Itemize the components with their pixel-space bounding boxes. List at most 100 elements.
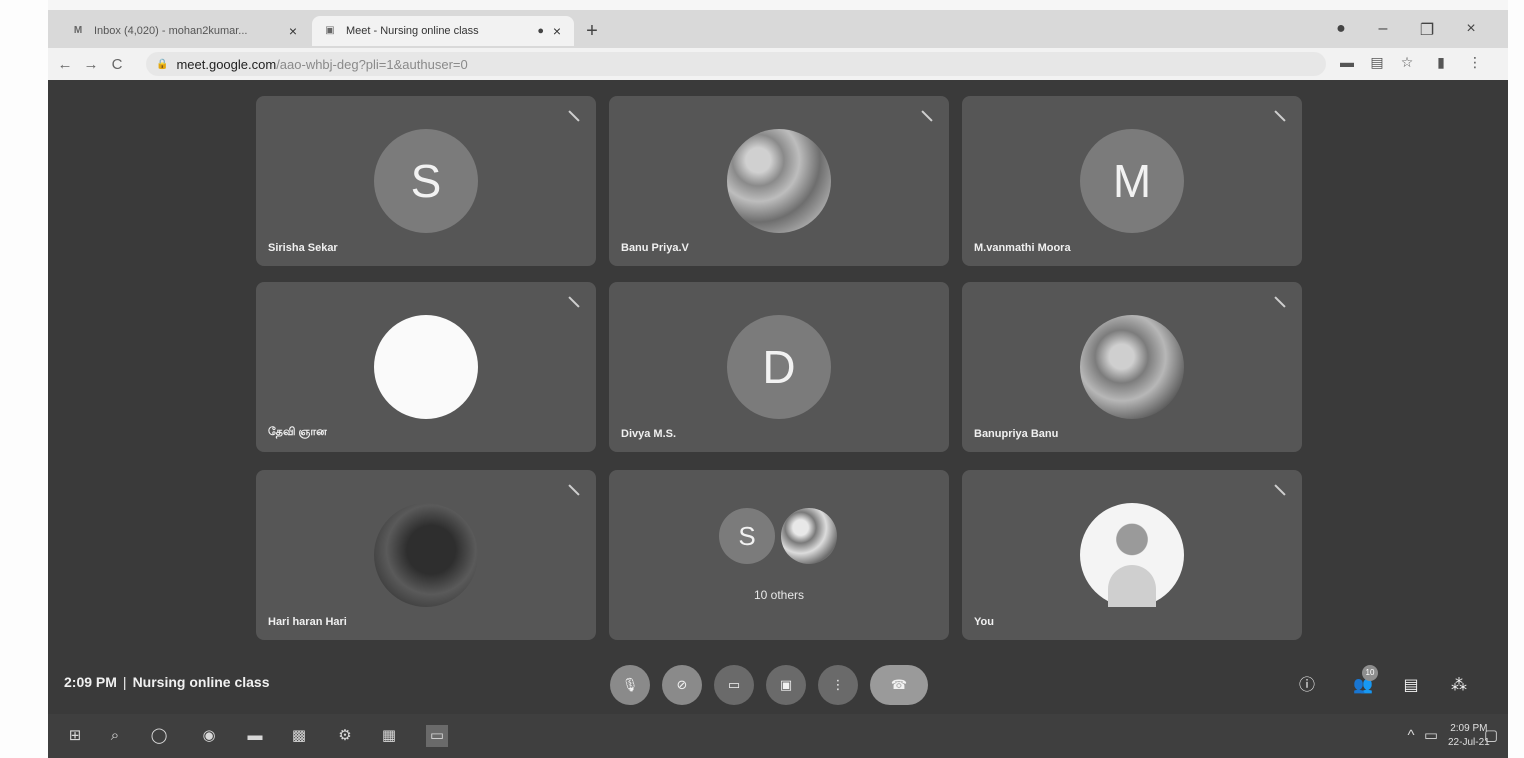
close-window-button[interactable]: ×: [1460, 20, 1482, 38]
self-tile[interactable]: You: [962, 470, 1302, 640]
profile-icon[interactable]: ●: [1330, 20, 1352, 38]
meet-icon: ▣: [325, 25, 335, 36]
others-count-label: 10 others: [753, 588, 805, 602]
kebab-icon: ⋮: [831, 677, 845, 692]
participant-name: M.vanmathi Moora: [974, 242, 1071, 254]
meeting-info: 2:09 PM | Nursing online class: [64, 674, 270, 690]
participant-name: Hari haran Hari: [268, 616, 347, 628]
mic-off-icon: [1272, 482, 1288, 498]
more-options-button[interactable]: ⋮: [818, 665, 858, 705]
hang-up-icon: ☎: [890, 677, 908, 692]
meeting-title: Nursing online class: [132, 674, 270, 690]
screenshot: M Inbox (4,020) - mohan2kumar... × ▣ Mee…: [48, 0, 1508, 758]
avatar: [1080, 503, 1184, 607]
back-icon[interactable]: ←: [52, 56, 78, 73]
participant-name: Divya M.S.: [621, 428, 677, 440]
excel-icon[interactable]: ▦: [378, 725, 400, 747]
tab-title: Meet - Nursing online class: [346, 25, 479, 37]
forward-icon[interactable]: →: [78, 56, 104, 73]
participant-name: Sirisha Sekar: [268, 242, 338, 254]
others-tile[interactable]: S 10 others: [609, 470, 949, 640]
close-tab-icon[interactable]: ×: [550, 23, 564, 39]
tab-gmail[interactable]: M Inbox (4,020) - mohan2kumar... ×: [60, 16, 310, 46]
gmail-icon: M: [73, 25, 83, 36]
minimize-button[interactable]: –: [1372, 20, 1394, 38]
mic-off-icon: [1272, 294, 1288, 310]
participant-tile[interactable]: S Sirisha Sekar: [256, 96, 596, 266]
browser-toolbar: ← → C 🔒 meet.google.com /aao-whbj-deg?pl…: [48, 48, 1508, 80]
task-view-icon[interactable]: ◯: [148, 725, 170, 747]
url-path: /aao-whbj-deg?pli=1&authuser=0: [276, 56, 468, 72]
network-icon[interactable]: ▭: [1420, 725, 1442, 747]
settings-gear-icon[interactable]: ⚙: [334, 725, 356, 747]
tab-title: Inbox (4,020) - mohan2kumar...: [94, 25, 248, 37]
others-avatars: S: [719, 508, 843, 564]
chrome-icon[interactable]: ◉: [198, 725, 220, 747]
leave-call-button[interactable]: ☎: [870, 665, 928, 705]
mic-off-icon: [566, 294, 582, 310]
url-host: meet.google.com: [176, 56, 277, 72]
lock-icon: 🔒: [156, 58, 169, 70]
tray-chevron-icon[interactable]: ^: [1400, 725, 1422, 747]
present-button[interactable]: ▣: [766, 665, 806, 705]
camera-toggle-button[interactable]: ⊘: [662, 665, 702, 705]
avatar: D: [727, 315, 831, 419]
participant-tile[interactable]: M M.vanmathi Moora: [962, 96, 1302, 266]
mail-icon[interactable]: ▭: [426, 725, 448, 747]
camera-off-icon: ⊘: [676, 677, 688, 692]
participant-tile[interactable]: Banu Priya.V: [609, 96, 949, 266]
extension-puzzle-icon[interactable]: ▮: [1430, 54, 1452, 71]
activities-icon[interactable]: ⁂: [1446, 673, 1472, 699]
people-count-badge: 10: [1362, 665, 1378, 681]
participant-tile[interactable]: Banupriya Banu: [962, 282, 1302, 452]
tab-meet[interactable]: ▣ Meet - Nursing online class ● ×: [312, 16, 574, 46]
menu-kebab-icon[interactable]: ⋮: [1464, 54, 1486, 71]
mic-off-icon: [1272, 108, 1288, 124]
avatar: [374, 315, 478, 419]
participant-name: Banu Priya.V: [621, 242, 689, 254]
separator: |: [122, 674, 127, 690]
mic-off-icon: [566, 482, 582, 498]
avatar: S: [374, 129, 478, 233]
mic-off-icon: [566, 108, 582, 124]
bookmark-star-icon[interactable]: ☆: [1396, 54, 1418, 71]
maximize-button[interactable]: ❐: [1416, 20, 1438, 40]
photos-icon[interactable]: ▩: [288, 725, 310, 747]
captions-button[interactable]: ▭: [714, 665, 754, 705]
meeting-time: 2:09 PM: [64, 674, 117, 690]
new-tab-button[interactable]: +: [582, 20, 602, 43]
present-icon: ▣: [779, 677, 793, 692]
close-tab-icon[interactable]: ×: [286, 23, 300, 39]
camera-permission-icon[interactable]: ▬: [1336, 54, 1358, 70]
avatar: [727, 129, 831, 233]
extension-icon[interactable]: ▤: [1366, 54, 1388, 71]
search-icon[interactable]: ⌕: [104, 725, 126, 747]
participant-tile[interactable]: Hari haran Hari: [256, 470, 596, 640]
people-icon[interactable]: 👥 10: [1350, 665, 1378, 699]
avatar: [374, 503, 478, 607]
file-explorer-icon[interactable]: ▬: [244, 725, 266, 747]
address-bar[interactable]: 🔒 meet.google.com /aao-whbj-deg?pli=1&au…: [146, 52, 1326, 76]
meeting-details-icon[interactable]: ⓘ: [1294, 673, 1320, 699]
avatar: [1080, 315, 1184, 419]
avatar: S: [719, 508, 775, 564]
reload-icon[interactable]: C: [104, 56, 130, 73]
chat-icon[interactable]: ▤: [1398, 673, 1424, 699]
participant-name: தேவி ஞான: [268, 426, 327, 438]
participant-tile[interactable]: தேவி ஞான: [256, 282, 596, 452]
meet-main: S Sirisha Sekar Banu Priya.V M M.vanmath…: [48, 80, 1508, 714]
participant-name: You: [974, 616, 994, 628]
mic-off-icon: 🎙: [621, 677, 639, 692]
recording-dot-icon: ●: [537, 25, 544, 37]
mic-toggle-button[interactable]: 🎙: [610, 665, 650, 705]
avatar: [781, 508, 837, 564]
captions-icon: ▭: [727, 677, 741, 692]
avatar: M: [1080, 129, 1184, 233]
participant-name: Banupriya Banu: [974, 428, 1059, 440]
windows-taskbar: ⊞ ⌕ ◯ ◉ ▬ ▩ ⚙ ▦ ▭ ^ ▭ 2:09 PM 22-Jul-21 …: [48, 714, 1508, 758]
mic-off-icon: [919, 108, 935, 124]
windows-start-icon[interactable]: ⊞: [64, 725, 86, 747]
tab-strip: M Inbox (4,020) - mohan2kumar... × ▣ Mee…: [48, 10, 1508, 48]
notifications-icon[interactable]: ▢: [1480, 725, 1502, 747]
participant-tile[interactable]: D Divya M.S.: [609, 282, 949, 452]
